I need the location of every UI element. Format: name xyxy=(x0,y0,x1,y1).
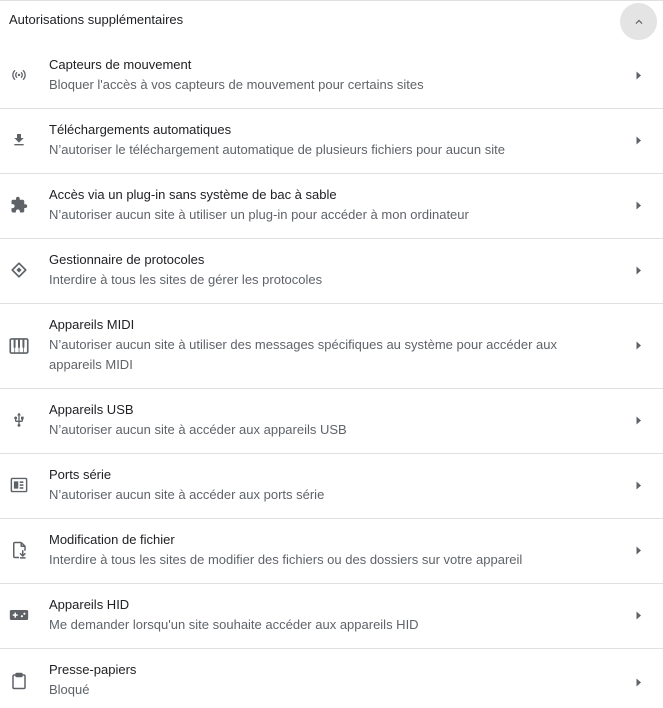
chevron-right-icon xyxy=(634,677,644,687)
gamepad-icon xyxy=(9,605,29,625)
setting-row-file-editing[interactable]: Modification de fichier Interdire à tous… xyxy=(0,519,663,584)
setting-title: Appareils MIDI xyxy=(49,317,135,332)
setting-description: N’autoriser le téléchargement automatiqu… xyxy=(49,142,505,157)
setting-description: N’autoriser aucun site à accéder aux app… xyxy=(49,422,347,437)
setting-title: Appareils HID xyxy=(49,597,130,612)
section-title: Autorisations supplémentaires xyxy=(9,12,184,27)
chevron-right-icon xyxy=(634,480,644,490)
usb-icon xyxy=(9,410,29,430)
setting-description: Interdire à tous les sites de gérer les … xyxy=(49,272,323,287)
setting-description: Interdire à tous les sites de modifier d… xyxy=(49,552,523,567)
setting-description: Bloquer l'accès à vos capteurs de mouvem… xyxy=(49,77,424,92)
setting-title: Gestionnaire de protocoles xyxy=(49,252,205,267)
serial-port-icon xyxy=(9,475,29,495)
setting-row-hid-devices[interactable]: Appareils HID Me demander lorsqu'un site… xyxy=(0,584,663,649)
setting-title: Accès via un plug-in sans système de bac… xyxy=(49,187,337,202)
setting-title: Appareils USB xyxy=(49,402,134,417)
setting-row-midi-devices[interactable]: Appareils MIDI N’autoriser aucun site à … xyxy=(0,304,663,389)
download-icon xyxy=(9,130,29,150)
setting-title: Presse-papiers xyxy=(49,662,137,677)
chevron-up-icon xyxy=(632,15,646,29)
collapse-button[interactable] xyxy=(620,3,657,40)
setting-row-serial-ports[interactable]: Ports série N’autoriser aucun site à acc… xyxy=(0,454,663,519)
sensors-icon xyxy=(9,65,29,85)
setting-title: Capteurs de mouvement xyxy=(49,57,192,72)
section-header[interactable]: Autorisations supplémentaires xyxy=(0,1,663,43)
chevron-right-icon xyxy=(634,415,644,425)
setting-row-clipboard[interactable]: Presse-papiers Bloqué xyxy=(0,649,663,708)
setting-row-unsandboxed-plugins[interactable]: Accès via un plug-in sans système de bac… xyxy=(0,174,663,239)
file-edit-icon xyxy=(9,540,29,560)
chevron-right-icon xyxy=(634,610,644,620)
chevron-right-icon xyxy=(634,545,644,555)
chevron-right-icon xyxy=(634,200,644,210)
chevron-right-icon xyxy=(634,135,644,145)
setting-row-usb-devices[interactable]: Appareils USB N’autoriser aucun site à a… xyxy=(0,389,663,454)
setting-title: Ports série xyxy=(49,467,112,482)
chevron-right-icon xyxy=(634,70,644,80)
setting-description: Me demander lorsqu'un site souhaite accé… xyxy=(49,617,419,632)
setting-description: N’autoriser aucun site à accéder aux por… xyxy=(49,487,325,502)
setting-description: Bloqué xyxy=(49,682,90,697)
setting-title: Téléchargements automatiques xyxy=(49,122,232,137)
setting-title: Modification de fichier xyxy=(49,532,175,547)
setting-description: N’autoriser aucun site à utiliser un plu… xyxy=(49,207,469,222)
chevron-right-icon xyxy=(634,340,644,350)
extension-icon xyxy=(9,195,29,215)
setting-row-protocol-handlers[interactable]: Gestionnaire de protocoles Interdire à t… xyxy=(0,239,663,304)
chevron-right-icon xyxy=(634,265,644,275)
clipboard-icon xyxy=(9,671,29,691)
setting-row-motion-sensors[interactable]: Capteurs de mouvement Bloquer l'accès à … xyxy=(0,44,663,109)
protocol-handler-icon xyxy=(9,260,29,280)
setting-row-automatic-downloads[interactable]: Téléchargements automatiques N’autoriser… xyxy=(0,109,663,174)
setting-description: N’autoriser aucun site à utiliser des me… xyxy=(49,337,557,372)
piano-icon xyxy=(9,336,29,356)
